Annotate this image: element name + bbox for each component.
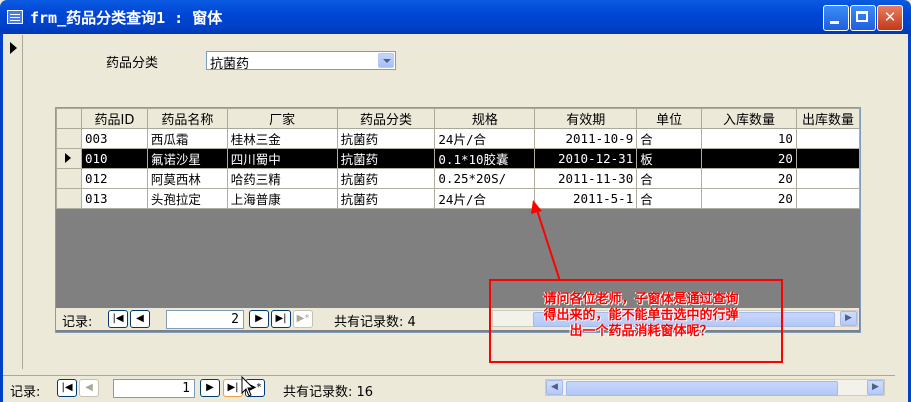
mouse-cursor-icon	[241, 376, 255, 397]
annotation-text: 请问各位老师，子窗体是通过查询得出来的，能不能单击选中的行弹出一个药品消耗窗体呢…	[543, 292, 739, 339]
main-record-count: 共有记录数: 16	[283, 385, 374, 400]
main-previous-record-button[interactable]: ◀	[79, 379, 99, 397]
main-navigation: 记录: |◀ ◀ 1 ▶ ▶| ▶* 共有记录数: 16 ◀ ▶	[3, 375, 895, 400]
main-first-record-button[interactable]: |◀	[57, 379, 77, 397]
main-horizontal-scrollbar[interactable]: ◀ ▶	[545, 379, 885, 396]
scroll-left-icon[interactable]: ◀	[546, 380, 563, 395]
main-scroll-right-icon[interactable]: ▶	[867, 380, 884, 395]
main-last-record-button[interactable]: ▶|	[223, 379, 243, 397]
main-record-number[interactable]: 1	[113, 379, 195, 398]
main-next-record-button[interactable]: ▶	[200, 379, 220, 397]
annotation-callout: 请问各位老师，子窗体是通过查询得出来的，能不能单击选中的行弹出一个药品消耗窗体呢…	[489, 279, 783, 363]
main-record-label: 记录:	[10, 385, 41, 400]
main-scroll-thumb[interactable]	[566, 381, 838, 396]
